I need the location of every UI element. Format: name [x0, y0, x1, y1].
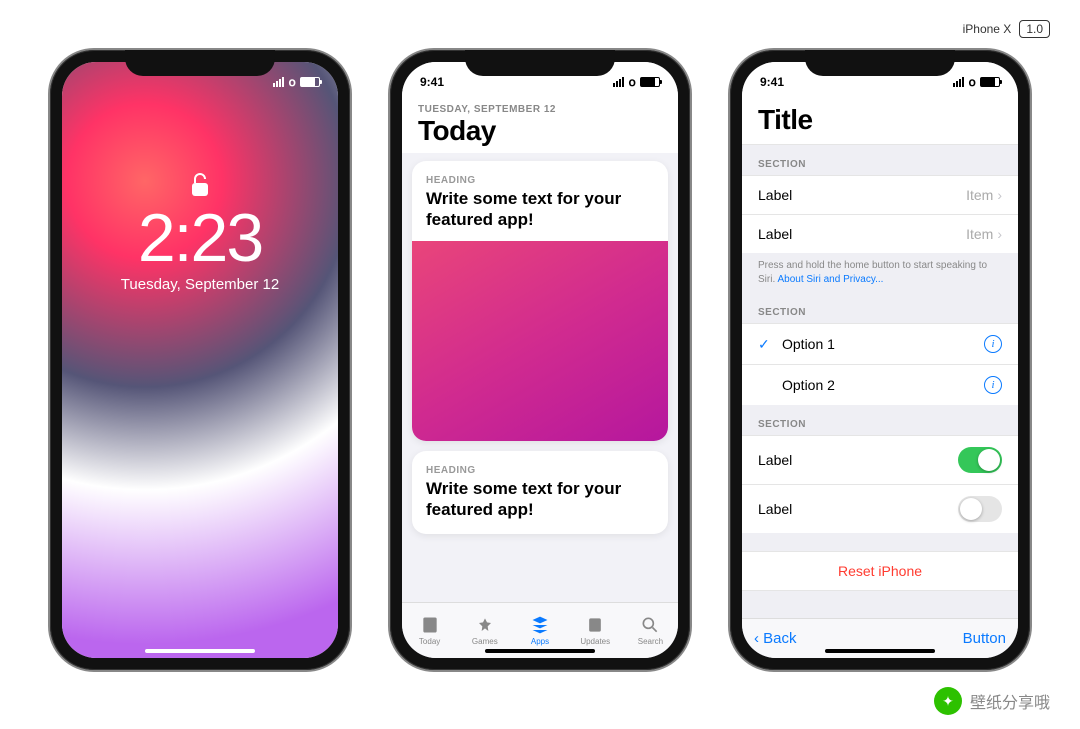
option-row[interactable]: ✓Option 1i — [742, 323, 1018, 364]
reset-button[interactable]: Reset iPhone — [742, 551, 1018, 591]
home-indicator[interactable] — [485, 649, 595, 653]
section-header: SECTION — [742, 405, 1018, 435]
signal-icon — [613, 77, 624, 87]
card-heading: HEADING — [426, 465, 654, 476]
option-row[interactable]: Option 2i — [742, 364, 1018, 405]
chevron-right-icon: › — [997, 226, 1002, 242]
toggle-switch[interactable] — [958, 496, 1002, 522]
notch — [125, 50, 275, 76]
section-footer: Press and hold the home button to start … — [742, 253, 1018, 293]
home-indicator[interactable] — [145, 649, 255, 653]
chevron-left-icon: ‹ — [754, 630, 759, 647]
header-label: iPhone X 1.0 — [963, 20, 1050, 38]
card-text: Write some text for your featured app! — [426, 188, 654, 231]
battery-icon — [640, 77, 660, 87]
status-time: 9:41 — [420, 75, 444, 89]
device-name: iPhone X — [963, 22, 1012, 36]
back-button[interactable]: ‹ Back — [754, 630, 797, 647]
section-header: SECTION — [742, 293, 1018, 323]
battery-icon — [980, 77, 1000, 87]
toggle-row: Label — [742, 484, 1018, 533]
lock-time: 2:23 — [62, 204, 338, 272]
featured-card[interactable]: HEADING Write some text for your feature… — [412, 451, 668, 535]
watermark: ✦ 壁纸分享哦 — [934, 687, 1050, 715]
date-eyebrow: TUESDAY, SEPTEMBER 12 — [418, 104, 662, 115]
toggle-row: Label — [742, 435, 1018, 484]
wechat-icon: ✦ — [934, 687, 962, 715]
wifi-icon: ໐ — [968, 75, 976, 89]
page-title: Today — [418, 115, 662, 147]
wifi-icon: ໐ — [628, 75, 636, 89]
phone-appstore: 9:41 ໐ TUESDAY, SEPTEMBER 12 Today HEADI… — [390, 50, 690, 670]
tab-search[interactable]: Search — [623, 603, 678, 658]
action-button[interactable]: Button — [963, 630, 1006, 647]
signal-icon — [953, 77, 964, 87]
notch — [465, 50, 615, 76]
checkmark-icon: ✓ — [758, 336, 772, 353]
notch — [805, 50, 955, 76]
wifi-icon: ໐ — [288, 75, 296, 89]
toggle-switch[interactable] — [958, 447, 1002, 473]
info-icon[interactable]: i — [984, 335, 1002, 353]
info-icon[interactable]: i — [984, 376, 1002, 394]
phone-lockscreen: ໐ 2:23 Tuesday, September 12 — [50, 50, 350, 670]
privacy-link[interactable]: About Siri and Privacy... — [777, 274, 883, 285]
tab-today[interactable]: Today — [402, 603, 457, 658]
page-title: Title — [758, 104, 1002, 136]
status-time: 9:41 — [760, 75, 784, 89]
signal-icon — [273, 77, 284, 87]
home-indicator[interactable] — [825, 649, 935, 653]
chevron-right-icon: › — [997, 187, 1002, 203]
lock-date: Tuesday, September 12 — [62, 276, 338, 293]
battery-icon — [300, 77, 320, 87]
card-text: Write some text for your featured app! — [426, 478, 654, 521]
table-row[interactable]: LabelItem› — [742, 214, 1018, 253]
table-row[interactable]: LabelItem› — [742, 175, 1018, 214]
featured-card[interactable]: HEADING Write some text for your feature… — [412, 161, 668, 441]
phone-settings: 9:41 ໐ Title SECTION LabelItem› LabelIte… — [730, 50, 1030, 670]
card-image — [412, 241, 668, 441]
version-badge: 1.0 — [1019, 20, 1050, 38]
card-heading: HEADING — [426, 175, 654, 186]
section-header: SECTION — [742, 145, 1018, 175]
